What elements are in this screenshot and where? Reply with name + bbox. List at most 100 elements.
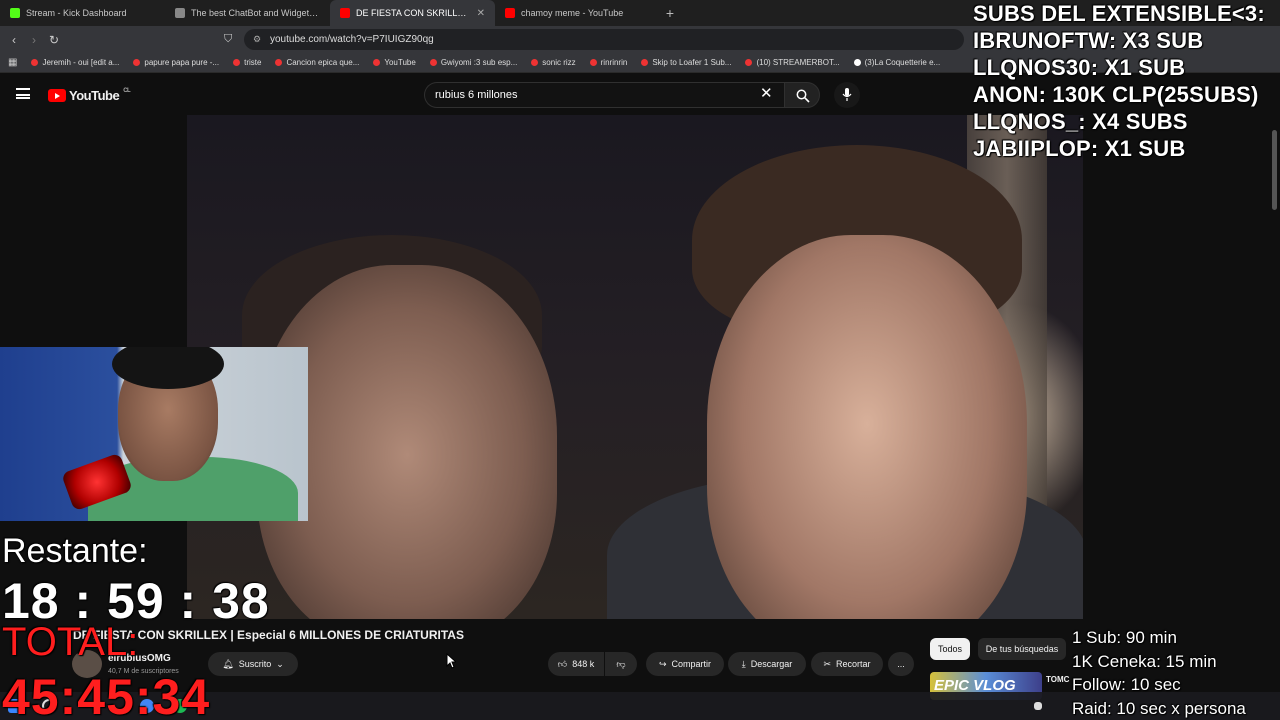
menu-icon[interactable] — [16, 88, 30, 99]
youtube-icon — [505, 8, 515, 18]
subscribed-button[interactable]: 🔔︎ Suscrito ⌄ — [208, 652, 298, 676]
clip-button[interactable]: ✂ Recortar — [811, 652, 883, 676]
rule-line: 1 Sub: 90 min — [1072, 628, 1177, 647]
search-input[interactable]: rubius 6 millones — [424, 82, 784, 108]
bookmark-label: triste — [244, 58, 262, 67]
subs-list-entry: LLQNOS_: X4 SUBS — [973, 109, 1188, 134]
youtube-icon — [233, 59, 241, 66]
download-button[interactable]: ⤓ Descargar — [728, 652, 806, 676]
subathon-rules-overlay: 1 Sub: 90 min 1K Ceneka: 15 min Follow: … — [1072, 626, 1246, 720]
bookmark-icon[interactable]: ⛉ — [224, 33, 232, 46]
webcam-overlay — [0, 347, 308, 521]
back-icon[interactable]: ‹ — [4, 33, 24, 47]
suggested-video-channel[interactable]: TOMC — [1046, 675, 1069, 684]
subs-list-title: SUBS DEL EXTENSIBLE<3: — [973, 1, 1265, 26]
youtube-icon — [641, 59, 649, 66]
bookmark-item[interactable]: rinrinrin — [589, 58, 627, 67]
bookmark-label: (3)La Coquetterie e... — [864, 58, 941, 67]
thumbs-down-icon: 👎︎ — [616, 658, 626, 669]
logo-text: YouTube — [69, 88, 120, 103]
bookmark-item[interactable]: YouTube — [373, 58, 416, 67]
subscribed-label: Suscrito — [238, 659, 272, 669]
bookmark-label: Cancion epica que... — [286, 58, 360, 67]
microphone-icon — [842, 88, 852, 101]
bookmark-item[interactable]: Cancion epica que... — [275, 58, 359, 67]
tab-title: Stream - Kick Dashboard — [26, 8, 127, 18]
bookmark-label: papure papa pure -... — [144, 58, 220, 67]
chip-label: Todos — [937, 644, 963, 654]
tab-chatbot[interactable]: The best ChatBot and Widgets for Ki — [165, 0, 330, 26]
bookmark-item[interactable]: Skip to Loafer 1 Sub... — [641, 58, 731, 67]
url-text: youtube.com/watch?v=P7IUIGZ90qg — [270, 34, 434, 45]
bookmark-item[interactable]: (10) STREAMERBOT... — [745, 58, 840, 67]
tab-kick-dashboard[interactable]: Stream - Kick Dashboard — [0, 0, 165, 26]
apps-icon[interactable]: ▦ — [8, 57, 17, 68]
youtube-icon — [589, 59, 597, 66]
bookmark-item[interactable]: papure papa pure -... — [133, 58, 219, 67]
kick-icon — [10, 8, 20, 18]
close-icon[interactable]: ✕ — [477, 8, 485, 19]
subs-list-overlay: SUBS DEL EXTENSIBLE<3: IBRUNOFTW: X3 SUB… — [973, 0, 1265, 162]
youtube-icon — [340, 8, 350, 18]
download-label: Descargar — [750, 659, 793, 669]
youtube-icon — [745, 59, 753, 66]
video-frame-person — [707, 235, 1027, 619]
site-icon — [175, 8, 185, 18]
tray-icon[interactable] — [1034, 702, 1042, 710]
subs-list-entry: JABIIPLOP: X1 SUB — [973, 136, 1186, 161]
clear-icon[interactable]: ✕ — [760, 86, 773, 101]
youtube-icon — [429, 59, 437, 66]
bookmark-item[interactable]: triste — [233, 58, 261, 67]
share-icon: ↪ — [658, 658, 667, 669]
more-icon: ... — [897, 659, 905, 669]
download-icon: ⤓ — [741, 658, 746, 669]
tab-chamoy-meme[interactable]: chamoy meme - YouTube — [495, 0, 660, 26]
bookmark-item[interactable]: (3)La Coquetterie e... — [853, 58, 941, 67]
bookmark-item[interactable]: Gwiyomi :3 sub esp... — [429, 58, 518, 67]
youtube-icon — [275, 59, 283, 66]
tab-title: chamoy meme - YouTube — [521, 8, 624, 18]
youtube-icon — [373, 59, 381, 66]
bookmark-label: (10) STREAMERBOT... — [756, 58, 840, 67]
bookmark-label: YouTube — [384, 58, 416, 67]
search-icon — [796, 89, 810, 103]
share-label: Compartir — [671, 659, 712, 669]
youtube-icon — [31, 59, 39, 66]
scissors-icon: ✂ — [823, 658, 832, 669]
like-count: 848 k — [572, 659, 595, 669]
bookmark-item[interactable]: sonic rizz — [531, 58, 576, 67]
chip-label: De tus búsquedas — [985, 644, 1059, 654]
tab-youtube-video[interactable]: DE FIESTA CON SKRILLEX | Es ✕ — [330, 0, 495, 26]
voice-search-button[interactable] — [834, 82, 860, 108]
clip-label: Recortar — [836, 659, 871, 669]
rule-line: Follow: 10 sec — [1072, 675, 1181, 694]
scrollbar[interactable] — [1272, 130, 1277, 210]
site-info-icon[interactable]: ⚙ — [253, 34, 261, 45]
new-tab-icon[interactable]: + — [660, 5, 680, 21]
chip-all[interactable]: Todos — [930, 638, 970, 660]
bookmark-label: Gwiyomi :3 sub esp... — [440, 58, 518, 67]
bell-icon: 🔔︎ — [222, 658, 234, 669]
youtube-icon — [48, 89, 66, 102]
bookmark-label: Skip to Loafer 1 Sub... — [652, 58, 732, 67]
youtube-logo[interactable]: YouTube CL — [48, 88, 131, 103]
tiktok-icon — [853, 59, 861, 66]
total-timer: 45:45:34 — [2, 669, 211, 720]
bookmark-item[interactable]: Jeremih - oui [edit a... — [31, 58, 119, 67]
youtube-icon — [133, 59, 141, 66]
reload-icon[interactable]: ↻ — [44, 33, 64, 47]
share-button[interactable]: ↪ Compartir — [646, 652, 724, 676]
thumbs-up-icon: 👍︎ — [557, 658, 568, 669]
screen: Stream - Kick Dashboard The best ChatBot… — [0, 0, 1280, 720]
search-query: rubius 6 millones — [435, 89, 518, 101]
tab-title: The best ChatBot and Widgets for Ki — [191, 8, 320, 18]
chip-from-searches[interactable]: De tus búsquedas — [978, 638, 1066, 660]
video-player[interactable] — [187, 115, 1083, 619]
tab-title: DE FIESTA CON SKRILLEX | Es — [356, 8, 471, 18]
like-button[interactable]: 👍︎ 848 k — [548, 652, 604, 676]
forward-icon[interactable]: › — [24, 33, 44, 47]
search-button[interactable] — [784, 82, 820, 108]
dislike-button[interactable]: 👎︎ — [605, 652, 637, 676]
more-actions-button[interactable]: ... — [888, 652, 914, 676]
url-field[interactable]: ⚙ youtube.com/watch?v=P7IUIGZ90qg — [244, 29, 964, 50]
